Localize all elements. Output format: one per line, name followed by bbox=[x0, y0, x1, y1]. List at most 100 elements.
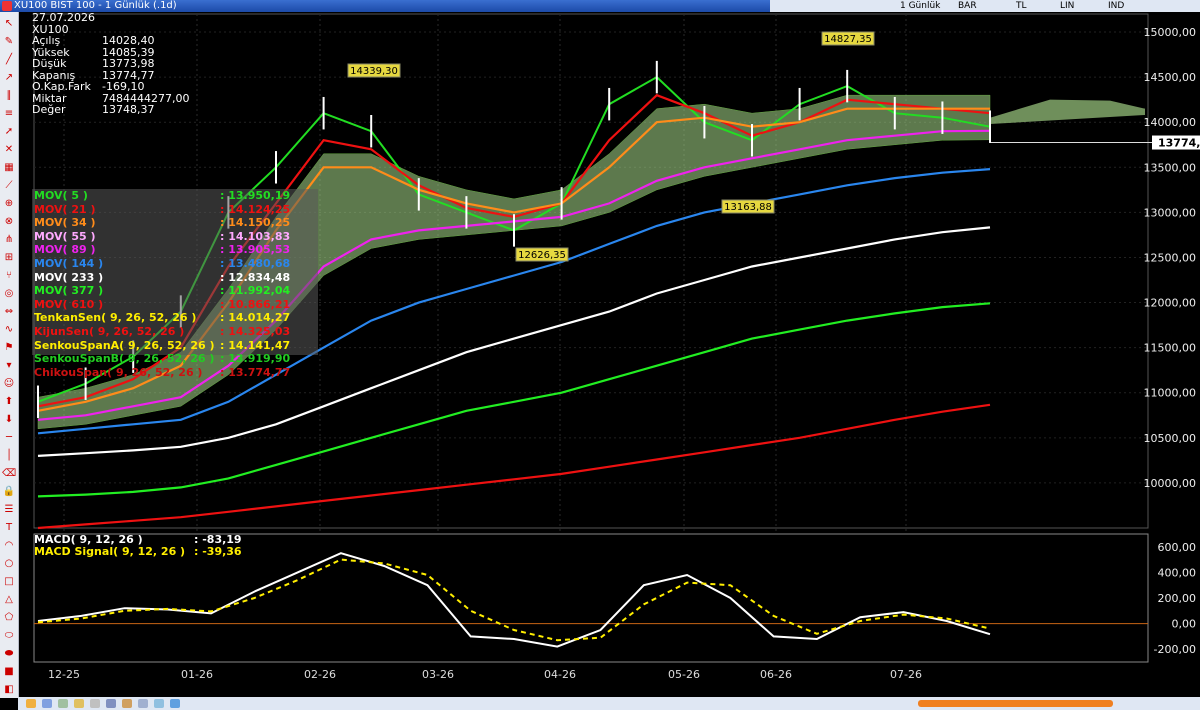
cursor-icon[interactable]: ↖ bbox=[2, 18, 16, 30]
circle-icon[interactable]: ○ bbox=[2, 558, 16, 570]
eraser-icon[interactable]: ⌫ bbox=[2, 468, 16, 480]
indicator-value: : 13.905,53 bbox=[220, 243, 291, 257]
macd-legend-row: MACD Signal( 9, 12, 26 ): -39,36 bbox=[34, 546, 264, 558]
scroll-thumb[interactable] bbox=[918, 700, 1113, 707]
filled-square-icon[interactable]: ■ bbox=[2, 666, 16, 678]
gann-icon[interactable]: ⊞ bbox=[2, 252, 16, 264]
indicator-value: : 10.866,21 bbox=[220, 297, 291, 311]
y-tick-label: 12000,00 bbox=[1144, 297, 1197, 310]
info-date: 27.07.2026 bbox=[32, 11, 95, 24]
bottom-scrollbar[interactable] bbox=[18, 697, 1200, 710]
annotation-label: 14827,35 bbox=[824, 34, 872, 45]
zoom-in-icon[interactable] bbox=[122, 699, 132, 708]
fan-icon[interactable]: ⋔ bbox=[2, 234, 16, 246]
info-value: 13773,98 bbox=[102, 57, 155, 70]
period-selector[interactable]: 1 Günlük bbox=[900, 0, 940, 12]
x-tick-label: 12-25 bbox=[48, 668, 80, 681]
indicator-name: MOV( 610 ) bbox=[34, 297, 104, 311]
indicator-value: : 13.950,19 bbox=[220, 189, 291, 202]
annotation-label: 13163,88 bbox=[724, 202, 772, 213]
macd-tick-label: 600,00 bbox=[1158, 541, 1197, 554]
indicator-value: : 13.774,77 bbox=[220, 365, 291, 379]
main-y-axis: 10000,00 10500,00 11000,00 11500,00 12000,00… bbox=[1144, 26, 1200, 490]
pitchfork-icon[interactable]: ⑂ bbox=[2, 270, 16, 282]
current-price-label: 13774, bbox=[1158, 137, 1200, 150]
delete-icon[interactable]: ⊗ bbox=[2, 216, 16, 228]
save-icon[interactable] bbox=[42, 699, 52, 708]
macd-tick-label: -200,00 bbox=[1154, 643, 1196, 656]
horizontal-line-icon[interactable]: ─ bbox=[2, 432, 16, 444]
cycle-icon[interactable]: ◎ bbox=[2, 288, 16, 300]
x-tick-label: 05-26 bbox=[668, 668, 700, 681]
marker-icon[interactable]: ▾ bbox=[2, 360, 16, 372]
indicator-name: MOV( 377 ) bbox=[34, 284, 104, 298]
indicator-name: ChikouSpan( 9, 26, 52, 26 ) bbox=[34, 365, 203, 379]
indicator-selector[interactable]: IND bbox=[1108, 0, 1124, 12]
down-arrow-icon[interactable]: ⬇ bbox=[2, 414, 16, 426]
macd-legend-name: MACD Signal( 9, 12, 26 ) bbox=[34, 545, 186, 558]
indicator-value: : 13.919,90 bbox=[220, 352, 291, 366]
ellipse-icon[interactable]: ⬭ bbox=[2, 630, 16, 642]
indicator-name: MOV( 21 ) bbox=[34, 202, 96, 216]
indicator-value: : 13.480,68 bbox=[220, 256, 291, 270]
info-value: 13748,37 bbox=[102, 103, 155, 116]
info-label: O.Kap.Fark bbox=[32, 80, 91, 93]
macd-tick-label: 0,00 bbox=[1172, 618, 1197, 631]
currency-selector[interactable]: TL bbox=[1016, 0, 1027, 12]
zoom-icon[interactable]: ⊕ bbox=[2, 198, 16, 210]
indicator-value: : 14.325,03 bbox=[220, 324, 291, 338]
x-tick-label: 07-26 bbox=[890, 668, 922, 681]
settings-icon[interactable] bbox=[154, 699, 164, 708]
indicator-value: : 14.014,27 bbox=[220, 311, 291, 325]
zoom-out-icon[interactable] bbox=[138, 699, 148, 708]
flag-icon[interactable]: ⚑ bbox=[2, 342, 16, 354]
app-icon bbox=[2, 1, 12, 11]
cross-icon[interactable]: ✕ bbox=[2, 144, 16, 156]
paint-icon[interactable]: ◧ bbox=[2, 684, 16, 696]
twitter-icon[interactable] bbox=[170, 699, 180, 708]
chart-type-selector[interactable]: BAR bbox=[958, 0, 977, 12]
info-row: Açılış 14028,40 bbox=[32, 35, 232, 47]
print-icon[interactable] bbox=[58, 699, 68, 708]
macd-y-axis: -200,00 0,00 200,00 400,00 600,00 bbox=[1154, 541, 1196, 656]
rectangle-icon[interactable]: □ bbox=[2, 576, 16, 588]
trend-icon[interactable]: ↗ bbox=[2, 72, 16, 84]
lock-icon[interactable]: 🔒 bbox=[2, 486, 16, 498]
polygon-icon[interactable]: ⬠ bbox=[2, 612, 16, 624]
indicator-name: MOV( 144 ) bbox=[34, 256, 104, 270]
indicator-row: ChikouSpan( 9, 26, 52, 26 ) : 13.774,77 bbox=[32, 366, 318, 380]
info-row: Düşük 13773,98 bbox=[32, 58, 232, 70]
channel-icon[interactable]: ∥ bbox=[2, 90, 16, 102]
up-arrow-icon[interactable]: ⬆ bbox=[2, 396, 16, 408]
triangle-icon[interactable]: △ bbox=[2, 594, 16, 606]
indicator-name: TenkanSen( 9, 26, 52, 26 ) bbox=[34, 311, 197, 325]
indicator-name: MOV( 89 ) bbox=[34, 243, 96, 257]
grid-icon[interactable]: ▦ bbox=[2, 162, 16, 174]
ray-icon[interactable]: ⟋ bbox=[2, 180, 16, 192]
bars-icon[interactable]: ☰ bbox=[2, 504, 16, 516]
indicator-name: MOV( 233 ) bbox=[34, 270, 104, 284]
folder-icon[interactable] bbox=[26, 699, 36, 708]
scale-selector[interactable]: LIN bbox=[1060, 0, 1074, 12]
info-row: O.Kap.Fark -169,10 bbox=[32, 81, 232, 93]
vertical-line-icon[interactable]: │ bbox=[2, 450, 16, 462]
measure-icon[interactable]: ⇔ bbox=[2, 306, 16, 318]
wave-icon[interactable]: ∿ bbox=[2, 324, 16, 336]
y-tick-label: 12500,00 bbox=[1144, 251, 1197, 264]
template-icon[interactable] bbox=[74, 699, 84, 708]
indicator-name: MOV( 5 ) bbox=[34, 189, 88, 202]
pencil-icon[interactable]: ✎ bbox=[2, 36, 16, 48]
line-tool-icon[interactable]: ╱ bbox=[2, 54, 16, 66]
arc-icon[interactable]: ◠ bbox=[2, 540, 16, 552]
arrow-icon[interactable]: ➚ bbox=[2, 126, 16, 138]
indicator-row: MOV( 5 ) : 13.950,19 bbox=[32, 189, 318, 203]
indicator-value: : 14.103,83 bbox=[220, 229, 291, 243]
filled-ellipse-icon[interactable]: ⬬ bbox=[2, 648, 16, 660]
layout-icon[interactable] bbox=[106, 699, 116, 708]
fibonacci-icon[interactable]: ≡ bbox=[2, 108, 16, 120]
text-tool-icon[interactable]: T bbox=[2, 522, 16, 534]
copy-icon[interactable] bbox=[90, 699, 100, 708]
annotation-label: 14339,30 bbox=[350, 66, 398, 77]
smiley-icon[interactable]: ☺ bbox=[2, 378, 16, 390]
drawing-toolbar: ↖ ✎ ╱ ↗ ∥ ≡ ➚ ✕ ▦ ⟋ ⊕ ⊗ ⋔ ⊞ ⑂ ◎ ⇔ ∿ ⚑ ▾ … bbox=[0, 12, 19, 698]
